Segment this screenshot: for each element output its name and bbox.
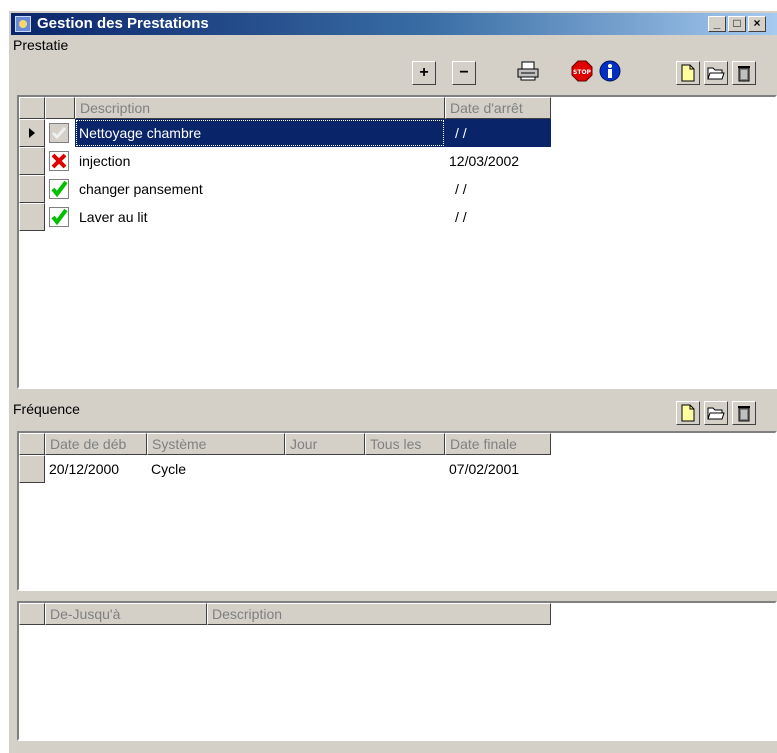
row-selector[interactable] (19, 119, 45, 147)
table-row-description[interactable]: Nettoyage chambre (75, 119, 445, 147)
row-selector[interactable] (19, 147, 45, 175)
table-row-description[interactable]: changer pansement (79, 175, 203, 203)
new-document-icon (681, 64, 695, 82)
grid-corner (19, 97, 45, 119)
main-window: Gestion des Prestations _ □ × Prestatie … (8, 10, 777, 753)
grid-corner (19, 433, 45, 455)
checked-disabled-icon[interactable] (49, 123, 69, 143)
new-button[interactable] (676, 61, 700, 85)
date-debut-column-header[interactable]: Date de déb (45, 433, 147, 455)
table-row-system[interactable]: Cycle (151, 455, 186, 483)
info-button[interactable] (598, 59, 622, 83)
description-column-header[interactable]: Description (75, 97, 445, 119)
row-selector[interactable] (19, 203, 45, 231)
date-finale-column-header[interactable]: Date finale (445, 433, 551, 455)
printer-icon (517, 61, 539, 81)
trash-icon (738, 66, 750, 82)
delete-frequence-button[interactable] (732, 401, 756, 425)
info-icon (599, 60, 621, 82)
table-row-start[interactable]: 20/12/2000 (49, 455, 119, 483)
minus-icon: − (459, 64, 469, 81)
green-check-icon[interactable] (49, 179, 69, 199)
table-row-date[interactable]: / / (455, 203, 467, 231)
table-row-date[interactable]: / / (455, 175, 467, 203)
title-bar[interactable]: Gestion des Prestations _ □ × (11, 13, 777, 35)
maximize-button[interactable]: □ (728, 16, 746, 32)
green-check-icon[interactable] (49, 207, 69, 227)
minimize-button[interactable]: _ (708, 16, 726, 32)
trash-icon (738, 406, 750, 422)
prestatie-label: Prestatie (13, 37, 69, 53)
open-folder-icon (707, 67, 725, 80)
period-description-column-header[interactable]: Description (207, 603, 551, 625)
plus-icon: + (419, 64, 429, 81)
open-folder-icon (707, 407, 725, 420)
systeme-column-header[interactable]: Système (147, 433, 285, 455)
row-selector[interactable] (19, 175, 45, 203)
tous-les-column-header[interactable]: Tous les (365, 433, 445, 455)
de-jusqua-column-header[interactable]: De-Jusqu'à (45, 603, 207, 625)
remove-row-button[interactable]: − (452, 61, 476, 85)
current-row-arrow-icon (29, 128, 35, 138)
status-column-header (45, 97, 75, 119)
delete-button[interactable] (732, 61, 756, 85)
add-row-button[interactable]: + (412, 61, 436, 85)
svg-text:STOP: STOP (573, 69, 592, 76)
jour-column-header[interactable]: Jour (285, 433, 365, 455)
table-row-end[interactable]: 07/02/2001 (449, 455, 519, 483)
row-selector[interactable] (19, 455, 45, 483)
close-button[interactable]: × (748, 16, 766, 32)
stop-icon: STOP (571, 60, 593, 82)
date-arret-column-header[interactable]: Date d'arrêt (445, 97, 551, 119)
table-row-date[interactable]: / / (445, 119, 551, 147)
new-frequence-button[interactable] (676, 401, 700, 425)
table-row-description[interactable]: Laver au lit (79, 203, 147, 231)
red-x-icon[interactable] (49, 151, 69, 171)
app-icon (15, 16, 31, 32)
table-row-description[interactable]: injection (79, 147, 130, 175)
frequence-grid[interactable]: Date de déb Système Jour Tous les Date f… (17, 431, 777, 591)
new-document-icon (681, 404, 695, 422)
open-frequence-button[interactable] (704, 401, 728, 425)
periods-grid[interactable]: De-Jusqu'à Description (17, 601, 777, 741)
frequence-label: Fréquence (13, 401, 80, 417)
open-button[interactable] (704, 61, 728, 85)
prestatie-grid[interactable]: Description Date d'arrêt Nettoyage chamb… (17, 95, 777, 389)
table-row-date[interactable]: 12/03/2002 (449, 147, 519, 175)
grid-corner (19, 603, 45, 625)
stop-button[interactable]: STOP (570, 59, 594, 83)
window-title: Gestion des Prestations (37, 15, 209, 32)
print-button[interactable] (516, 59, 540, 83)
